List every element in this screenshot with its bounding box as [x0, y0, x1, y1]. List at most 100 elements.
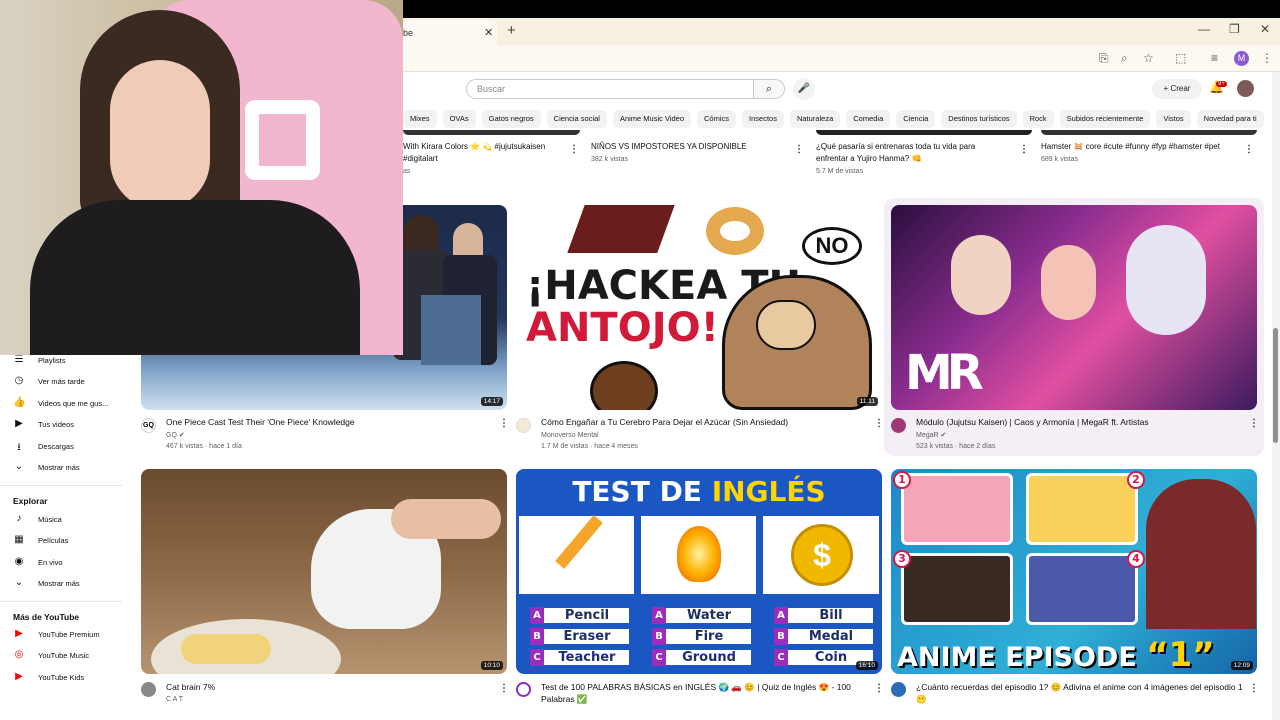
- channel-name[interactable]: C A T: [166, 694, 183, 705]
- zoom-icon[interactable]: ⌕: [1121, 51, 1128, 66]
- create-button[interactable]: + Crear: [1152, 79, 1202, 99]
- close-window-icon[interactable]: ✕: [1260, 22, 1270, 36]
- filter-chip[interactable]: Ciencia: [896, 110, 936, 128]
- video-title[interactable]: Módulo (Jujutsu Kaisen) | Caos y Armonía…: [916, 416, 1149, 428]
- search-input[interactable]: Buscar: [466, 79, 754, 99]
- profile-avatar[interactable]: M: [1234, 51, 1249, 66]
- thumbnail-remnant[interactable]: [1041, 130, 1257, 135]
- filter-chip[interactable]: Gatos negros: [481, 110, 541, 128]
- thumbnail-remnant[interactable]: [524, 130, 580, 135]
- anime-frame: [1026, 473, 1138, 545]
- bookmark-star-icon[interactable]: ☆: [1143, 51, 1154, 65]
- channel-avatar[interactable]: GQ: [141, 418, 156, 433]
- sidebar-item[interactable]: ▶ Tus videos: [0, 415, 122, 435]
- media-icon[interactable]: ≡: [1211, 51, 1218, 65]
- account-avatar[interactable]: [1237, 80, 1254, 97]
- pencil-cell: [518, 515, 635, 595]
- quiz-option: B Fire: [652, 628, 752, 645]
- sidebar-item-label: Descargas: [38, 441, 74, 451]
- more-options-icon[interactable]: ⋮: [874, 683, 884, 694]
- video-title[interactable]: ¿Cuánto recuerdas del episodio 1? 😊 Adiv…: [916, 681, 1243, 693]
- sidebar-item[interactable]: ▶ YouTube Premium: [0, 625, 122, 645]
- extensions-icon[interactable]: ⬚: [1175, 51, 1186, 65]
- video-title[interactable]: ¿Qué pasaría si entrenaras toda tu vida …: [816, 141, 975, 153]
- channel-avatar[interactable]: [516, 418, 531, 433]
- channel-avatar[interactable]: [516, 682, 531, 697]
- more-options-icon[interactable]: ⋮: [569, 144, 579, 155]
- video-thumbnail[interactable]: 1 2 3 4 ANIME EPISODE “1” 12:09: [891, 469, 1257, 674]
- video-thumbnail[interactable]: MR: [891, 205, 1257, 410]
- more-options-icon[interactable]: ⋮: [499, 683, 509, 694]
- menu-icon[interactable]: ⋮: [1261, 51, 1273, 65]
- create-label: Crear: [1170, 84, 1191, 93]
- verified-icon: ✔: [940, 432, 947, 439]
- video-thumbnail[interactable]: 10:10: [141, 469, 507, 674]
- mic-button[interactable]: 🎤: [793, 78, 815, 100]
- sidebar-item[interactable]: ⌄ Mostrar más: [0, 574, 122, 594]
- more-options-icon[interactable]: ⋮: [1249, 683, 1259, 694]
- install-icon[interactable]: ⎘: [1099, 51, 1109, 66]
- minimize-icon[interactable]: —: [1198, 22, 1210, 36]
- sidebar-item[interactable]: ◉ En vivo: [0, 553, 122, 573]
- sidebar-item[interactable]: ⭳ Descargas: [0, 437, 122, 457]
- video-title[interactable]: With Kirara Colors ⭐ 💫 #jujutsukaisen: [403, 141, 545, 153]
- sidebar-item[interactable]: ▦ Películas: [0, 531, 122, 551]
- filter-chip[interactable]: Mixes: [403, 110, 437, 128]
- video-title[interactable]: Cómo Engañar a Tu Cerebro Para Dejar el …: [541, 416, 788, 428]
- channel-avatar[interactable]: [891, 418, 906, 433]
- sidebar-item[interactable]: ♪ Música: [0, 510, 122, 530]
- more-options-icon[interactable]: ⋮: [1249, 418, 1259, 429]
- filter-chip[interactable]: Ciencia social: [546, 110, 607, 128]
- video-title[interactable]: Test de 100 PALABRAS BÁSICAS en INGLÉS 🌍…: [541, 681, 851, 693]
- filter-chip[interactable]: Naturaleza: [789, 110, 841, 128]
- anime-character: [1126, 225, 1206, 335]
- tab-close-icon[interactable]: ✕: [484, 26, 493, 39]
- video-thumbnail[interactable]: TEST DE INGLÉS $ A Pencil B Eraser C Teacher A…: [516, 469, 882, 674]
- sidebar-item[interactable]: ◎ YouTube Music: [0, 646, 122, 666]
- video-title[interactable]: One Piece Cast Test Their 'One Piece' Kn…: [166, 416, 355, 428]
- channel-avatar[interactable]: [141, 682, 156, 697]
- filter-chip[interactable]: Destinos turísticos: [941, 110, 1017, 128]
- video-thumbnail[interactable]: ¡HACKEA TU ANTOJO! NO 11:11: [516, 205, 882, 410]
- video-title-line2[interactable]: 😶: [916, 693, 927, 705]
- scrollbar[interactable]: [1272, 72, 1280, 720]
- video-stats: as: [403, 168, 411, 175]
- channel-name[interactable]: GQ ✔: [166, 430, 185, 441]
- more-options-icon[interactable]: ⋮: [499, 418, 509, 429]
- video-title-line2[interactable]: #digitalart: [403, 153, 438, 165]
- scrollbar-thumb[interactable]: [1273, 328, 1278, 443]
- sidebar-item[interactable]: ◷ Ver más tarde: [0, 372, 122, 392]
- more-options-icon[interactable]: ⋮: [1244, 144, 1254, 155]
- new-tab-button[interactable]: +: [507, 22, 516, 39]
- sidebar-item[interactable]: ⌄ Mostrar más: [0, 458, 122, 478]
- filter-chip[interactable]: Subidos recientemente: [1059, 110, 1151, 128]
- video-title-line2[interactable]: enfrentar a Yujiro Hanma? 👊: [816, 153, 921, 165]
- filter-chip[interactable]: Insectos: [742, 110, 784, 128]
- video-title[interactable]: Hamster 🐹 core #cute #funny #fyp #hamste…: [1041, 141, 1220, 153]
- maximize-icon[interactable]: ❐: [1229, 22, 1240, 36]
- filter-chip[interactable]: Cómics: [697, 110, 737, 128]
- video-title-line2[interactable]: Palabras ✅: [541, 693, 588, 705]
- filter-chip[interactable]: Comedia: [846, 110, 891, 128]
- channel-avatar[interactable]: [891, 682, 906, 697]
- more-options-icon[interactable]: ⋮: [794, 144, 804, 155]
- sidebar-heading: Más de YouTube: [13, 612, 80, 622]
- channel-name[interactable]: Monoverso Mental: [541, 430, 599, 441]
- filter-chip[interactable]: Rock: [1022, 110, 1054, 128]
- video-title[interactable]: NIÑOS VS IMPOSTORES YA DISPONIBLE: [591, 141, 747, 153]
- clock-icon: ◷: [14, 375, 24, 387]
- sidebar-item-label: En vivo: [38, 557, 63, 567]
- video-title[interactable]: Cat brain 7%: [166, 681, 215, 693]
- channel-name[interactable]: MegaR ✔: [916, 430, 946, 441]
- browser-tab[interactable]: be ✕: [403, 20, 497, 46]
- more-options-icon[interactable]: ⋮: [874, 418, 884, 429]
- sidebar-item[interactable]: ▶ YouTube Kids: [0, 668, 122, 688]
- filter-chip[interactable]: Novedad para ti: [1196, 110, 1264, 128]
- filter-chip[interactable]: OVAs: [442, 110, 476, 128]
- filter-chip[interactable]: Vistos: [1156, 110, 1191, 128]
- filter-chip[interactable]: Anime Music Video: [612, 110, 692, 128]
- thumbnail-remnant[interactable]: [816, 130, 1032, 135]
- more-options-icon[interactable]: ⋮: [1019, 144, 1029, 155]
- search-button[interactable]: ⌕: [753, 79, 785, 99]
- sidebar-item[interactable]: 👍 Videos que me gus...: [0, 394, 122, 414]
